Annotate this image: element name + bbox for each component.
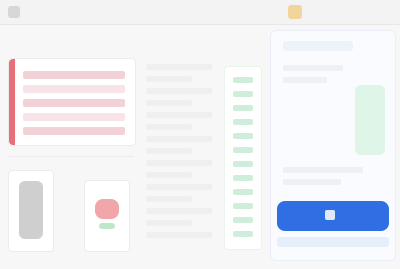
status-tick [233, 133, 253, 139]
status-tick [233, 203, 253, 209]
status-tick [233, 189, 253, 195]
device-preview-image [19, 181, 43, 239]
status-tick [233, 91, 253, 97]
panel-text-line [283, 77, 327, 83]
secondary-action-bar[interactable] [277, 237, 389, 247]
illustration-accent [99, 223, 115, 229]
card-row [23, 127, 125, 135]
text-line [146, 64, 212, 70]
status-tick [233, 161, 253, 167]
text-line [146, 124, 192, 130]
section-divider [8, 156, 134, 157]
alert-accent-bar [9, 59, 15, 145]
success-indicator [355, 85, 385, 155]
text-line [146, 136, 212, 142]
panel-text-line [283, 65, 343, 71]
illustration-blob [95, 199, 119, 219]
primary-action-button[interactable] [277, 201, 389, 231]
panel-header [283, 41, 353, 51]
text-line [146, 184, 212, 190]
top-bar [0, 0, 400, 25]
card-row [23, 85, 125, 93]
status-tick [233, 147, 253, 153]
status-tick [233, 105, 253, 111]
text-line [146, 160, 212, 166]
text-line [146, 76, 192, 82]
card-row [23, 99, 125, 107]
content-column [146, 58, 212, 248]
status-tick [233, 119, 253, 125]
status-tick [233, 231, 253, 237]
side-panel [270, 30, 396, 261]
text-line [146, 148, 192, 154]
app-root [0, 0, 400, 269]
text-line [146, 232, 212, 238]
text-line [146, 172, 192, 178]
panel-text-line [283, 179, 341, 185]
status-tick [233, 217, 253, 223]
preview-tile[interactable] [8, 170, 54, 252]
text-line [146, 208, 212, 214]
text-line [146, 220, 192, 226]
text-line [146, 88, 212, 94]
text-line [146, 196, 192, 202]
card-row [23, 71, 125, 79]
illustration-tile[interactable] [84, 180, 130, 252]
alert-card [8, 58, 136, 146]
status-tick [233, 175, 253, 181]
text-line [146, 112, 212, 118]
action-icon [325, 210, 335, 220]
status-badge [288, 5, 302, 19]
panel-text-line [283, 167, 363, 173]
text-line [146, 100, 192, 106]
status-tick [233, 77, 253, 83]
status-column [224, 66, 262, 250]
card-row [23, 113, 125, 121]
app-logo [8, 6, 20, 18]
